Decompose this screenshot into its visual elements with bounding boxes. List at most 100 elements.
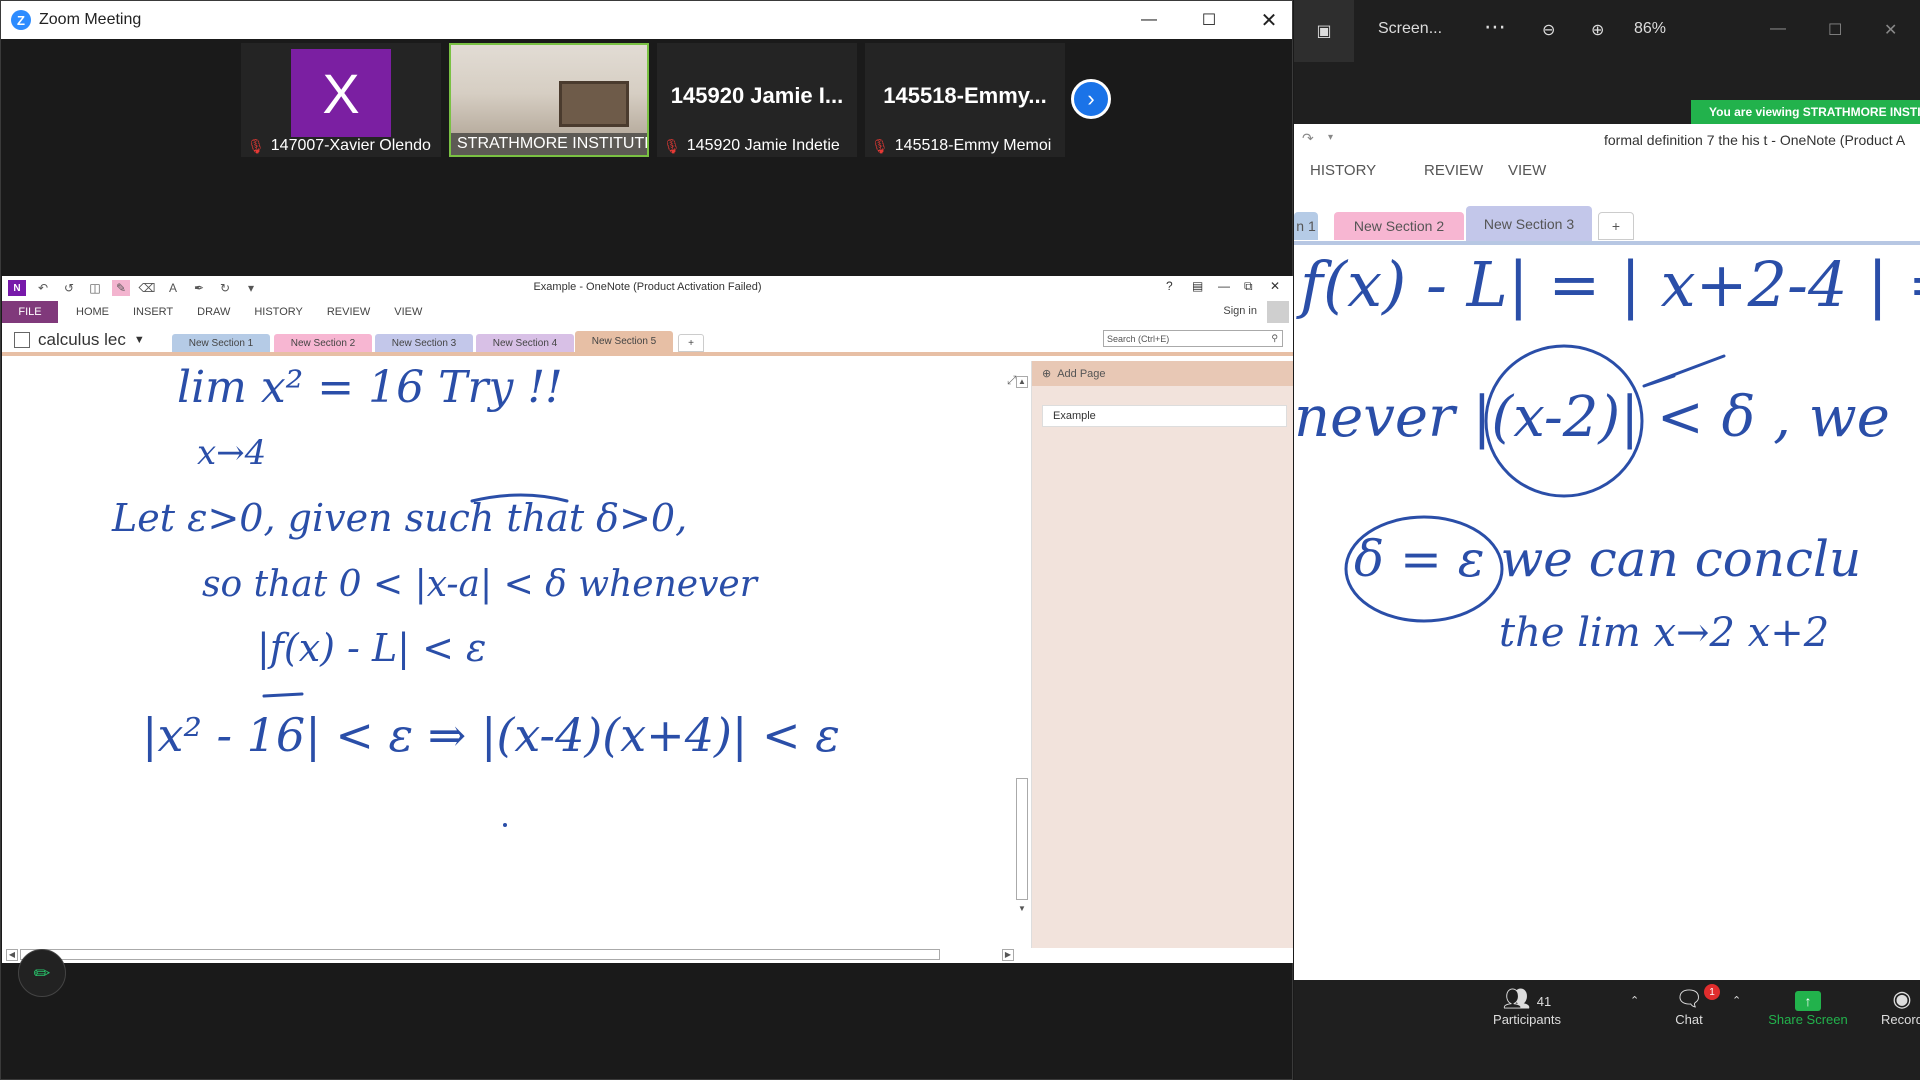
participant-tile[interactable]: STRATHMORE INSTITUTE [449,43,649,157]
scroll-thumb[interactable] [1016,778,1028,900]
search-icon[interactable]: ⚲ [1271,333,1278,344]
eraser-icon[interactable]: ⌫ [138,280,156,296]
onenote-restore-button[interactable]: ⧉ [1244,279,1253,294]
participants-label: Participants [1493,1012,1561,1027]
record-button[interactable]: ◉ Record [1872,986,1920,1027]
horizontal-scrollbar[interactable]: ◀ ▶ [6,948,1016,962]
zoom-meeting-window: Z Zoom Meeting — ☐ ✕ X 🎙︎ 147007-Xavier … [0,0,1293,1080]
section-tab[interactable]: New Section 2 [274,334,372,352]
section-tab: New Section 2 [1334,212,1464,240]
tab-home[interactable]: HOME [76,306,109,318]
section-tab[interactable]: New Section 3 [375,334,473,352]
zoom-out-icon[interactable]: ⊖ [1542,20,1555,40]
chevron-right-icon: › [1087,86,1095,111]
ribbon-display-icon[interactable]: ▤ [1192,279,1203,293]
ink-line: so that 0 < |x-a| < δ whenever [202,564,759,605]
redo-icon: ↷ [1302,130,1314,146]
tab-history[interactable]: HISTORY [254,306,303,318]
scroll-thumb[interactable] [20,949,940,960]
participant-display-name: 145518-Emmy... [883,83,1047,108]
user-avatar[interactable] [1267,301,1289,323]
undo-icon[interactable]: ↺ [60,280,78,296]
participant-name: 145920 Jamie Indetie [686,137,840,154]
ink-line: f(x) - L| = | x+2-4 | = [1296,248,1920,321]
participant-tile[interactable]: X 🎙︎ 147007-Xavier Olendo [241,43,441,157]
chevron-up-icon[interactable]: ⌃ [1630,994,1639,1007]
page-list-pane: ⊕ Add Page Example [1031,361,1293,948]
tab-view[interactable]: VIEW [394,306,422,318]
record-label: Record [1881,1012,1920,1027]
scroll-up-icon[interactable]: ▲ [1016,376,1028,388]
close-button[interactable]: ✕ [1239,1,1299,39]
notebook-name: calculus lec [38,330,126,349]
share-screen-icon: ↑ [1760,986,1856,1012]
highlighter-icon[interactable]: ✎ [112,280,130,296]
onenote-minimize-button[interactable]: — [1218,279,1230,293]
video-feed-object [559,81,629,127]
participants-button[interactable]: 👥︎ 41 Participants [1490,986,1564,1027]
viewer-maximize-button[interactable]: ☐ [1828,20,1842,40]
tab-insert[interactable]: INSERT [133,306,173,318]
meeting-controls: 👥︎ 41 Participants ⌃ 🗨︎ 1 Chat ⌃ ↑ Share … [1294,980,1920,1040]
handwritten-notes-zoomed: f(x) - L| = | x+2-4 | = never |(x-2)| < … [1294,248,1920,656]
add-section-button[interactable]: + [678,334,704,352]
customize-qat-icon[interactable]: ▾ [242,280,260,296]
gallery-next-page-button[interactable]: › [1071,79,1111,119]
notebook-nav: calculus lec ▼ New Section 1 New Section… [2,324,1293,356]
search-placeholder: Search (Ctrl+E) [1107,333,1170,344]
zoom-level: 86% [1634,20,1667,37]
note-canvas[interactable]: lim x² = 16 Try !! x→4 Let ε>0, given su… [2,361,1031,948]
lasso-select-icon[interactable]: A [164,280,182,296]
chevron-up-icon[interactable]: ⌃ [1732,994,1741,1007]
section-tab-active[interactable]: New Section 5 [575,331,673,352]
participant-gallery: X 🎙︎ 147007-Xavier Olendo STRATHMORE INS… [241,43,1073,157]
scroll-down-icon[interactable]: ▼ [1016,904,1028,916]
ink-arrow [1642,354,1726,388]
dock-icon[interactable]: ◫ [86,280,104,296]
scroll-left-icon[interactable]: ◀ [6,949,18,961]
chat-button[interactable]: 🗨︎ 1 Chat [1664,984,1720,1027]
annotate-pencil-button[interactable]: ✏︎ [18,949,66,997]
zoom-in-icon[interactable]: ⊕ [1591,20,1604,40]
notebook-icon [14,332,30,348]
vertical-scrollbar[interactable]: ▲ ▼ [1016,376,1030,916]
participant-display-name: 145920 Jamie I... [670,83,844,108]
scroll-right-icon[interactable]: ▶ [1002,949,1014,961]
screenshot-icon[interactable]: ▣ [1294,0,1354,62]
participant-tile[interactable]: 145518-Emmy... 🎙︎ 145518-Emmy Memoi [865,43,1065,157]
ink-dot [503,823,507,827]
tab-file[interactable]: FILE [2,301,58,323]
avatar: X [291,49,391,137]
notebook-selector[interactable]: calculus lec ▼ [14,330,145,350]
sign-in-link[interactable]: Sign in [1223,305,1257,317]
page-item[interactable]: Example [1042,405,1287,427]
section-tab[interactable]: New Section 4 [476,334,574,352]
section-tab-active: New Section 3 [1466,206,1592,241]
section-tab[interactable]: New Section 1 [172,334,270,352]
ink-line: x→4 [197,433,266,473]
minimize-button[interactable]: — [1119,1,1179,39]
viewer-title: Screen... [1378,20,1443,37]
tab-review[interactable]: REVIEW [327,306,370,318]
search-input[interactable]: Search (Ctrl+E) ⚲ [1103,330,1283,347]
participants-icon: 👥︎ 41 [1502,986,1552,1011]
participant-tile[interactable]: 145920 Jamie I... 🎙︎ 145920 Jamie Indeti… [657,43,857,157]
onenote-close-button[interactable]: ✕ [1270,279,1280,293]
help-icon[interactable]: ? [1166,279,1173,293]
shared-content-view: ↷ ▾ formal definition 7 the his t - OneN… [1294,124,1920,980]
ink-line: lim x² = 16 Try !! [177,362,563,413]
share-screen-button[interactable]: ↑ Share Screen [1760,986,1856,1027]
pen-icon[interactable]: ✒ [190,280,208,296]
ink-line: δ = ε we can conclu [1354,530,1861,588]
maximize-button[interactable]: ☐ [1179,1,1239,39]
redo-icon[interactable]: ↻ [216,280,234,296]
viewer-minimize-button[interactable]: — [1770,20,1786,38]
add-page-button[interactable]: ⊕ Add Page [1032,361,1293,386]
tab-history: HISTORY [1310,162,1377,179]
back-icon[interactable]: ↶ [34,280,52,296]
viewer-close-button[interactable]: ✕ [1884,20,1897,40]
customize-qat-icon: ▾ [1328,132,1334,143]
ink-line: |x² - 16| < ε ⇒ |(x-4)(x+4)| < ε [142,708,840,762]
more-options-icon[interactable]: ⋯ [1484,14,1506,40]
tab-draw[interactable]: DRAW [197,306,230,318]
